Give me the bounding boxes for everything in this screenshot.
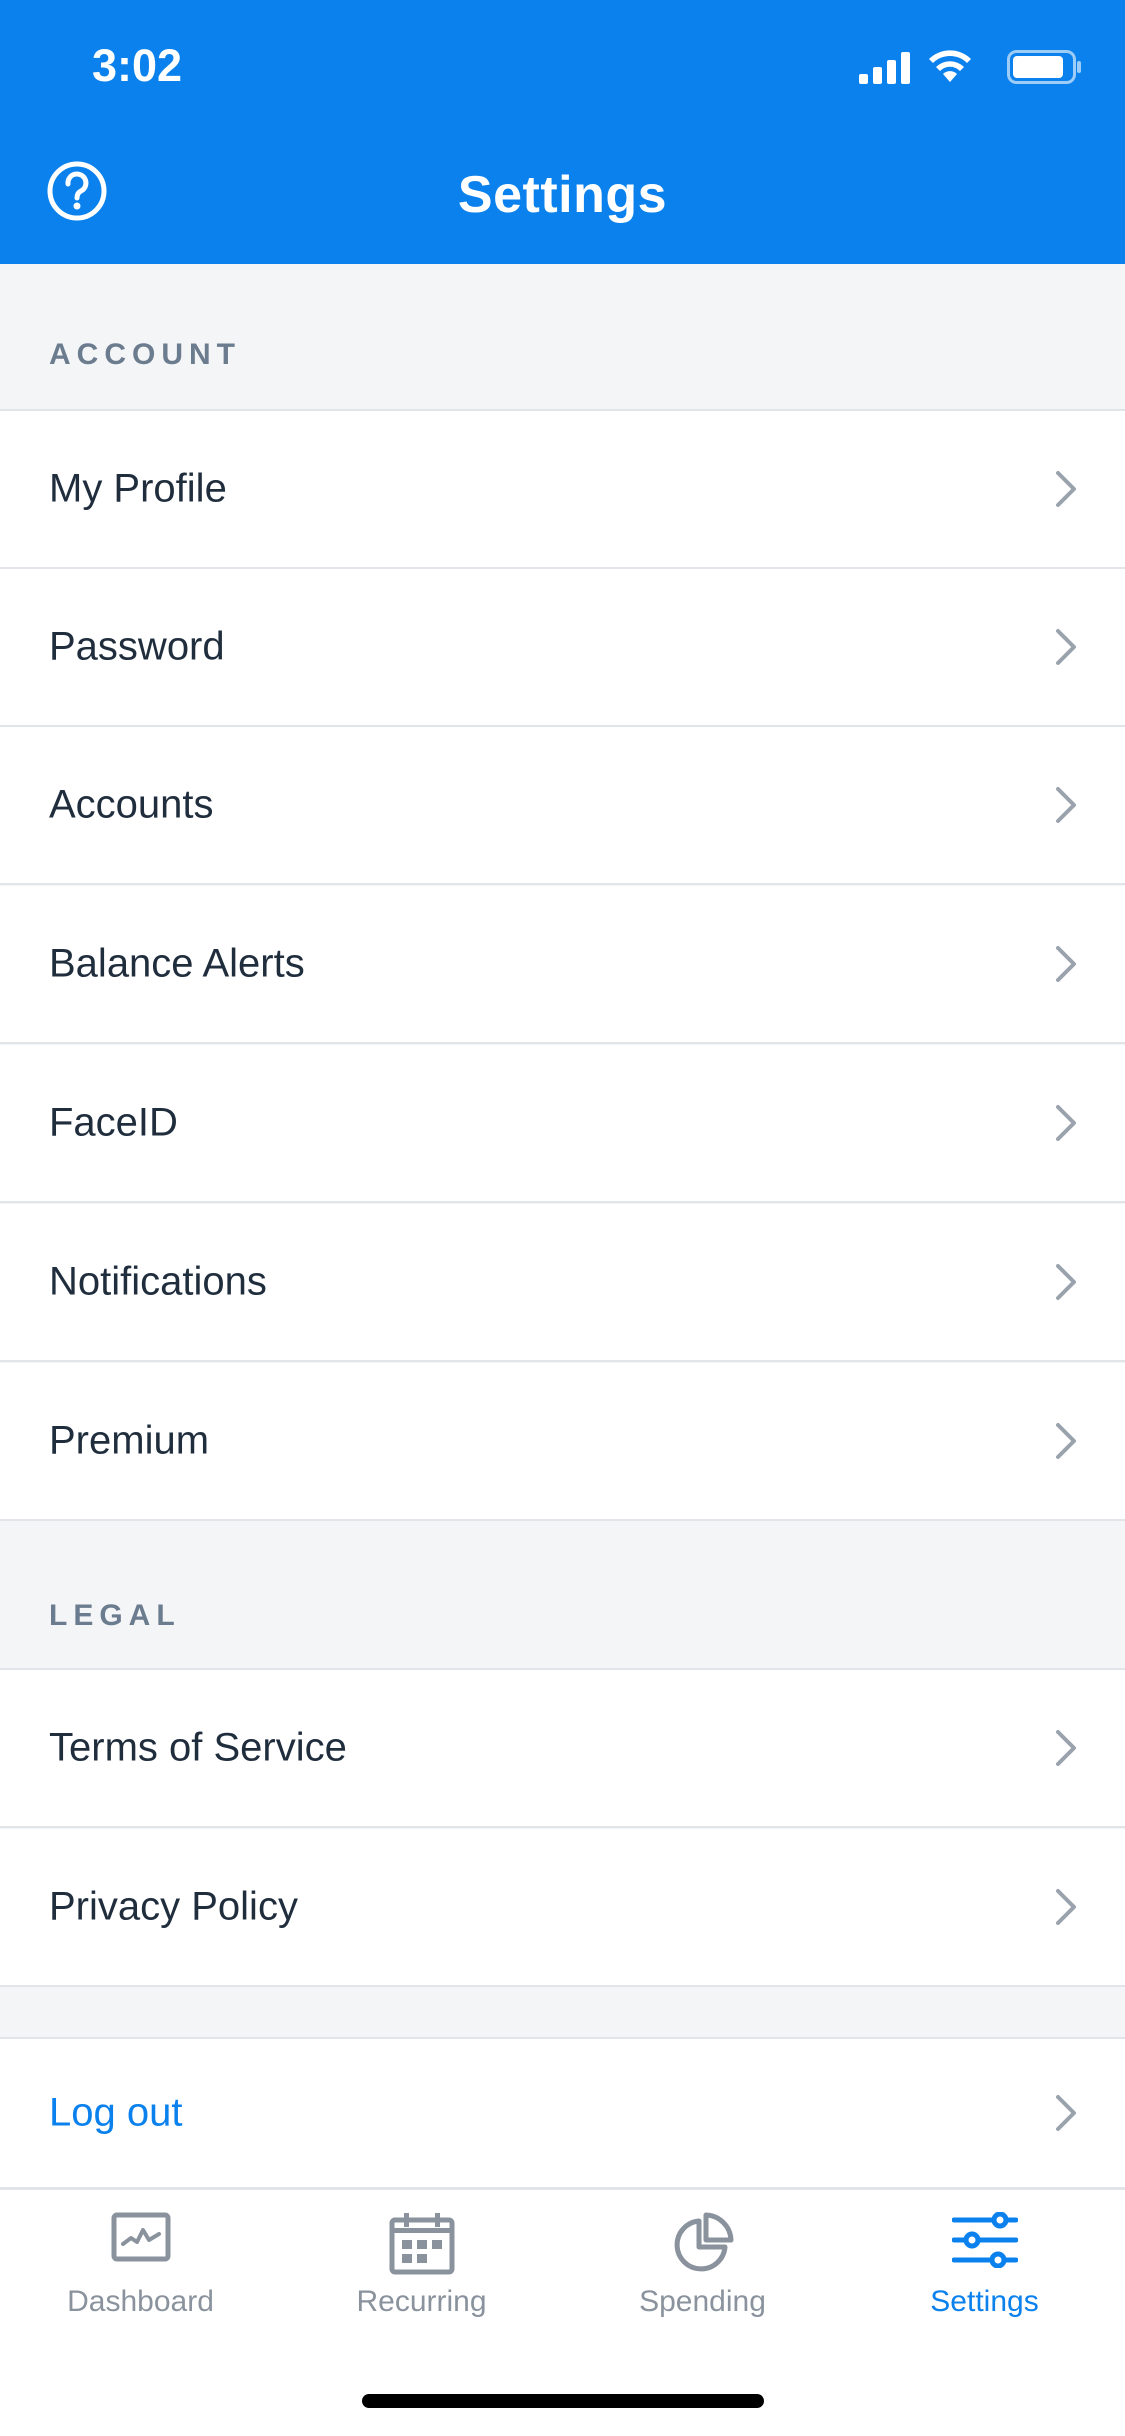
chevron-right-icon [1056, 1105, 1076, 1141]
row-label: Privacy Policy [49, 1884, 298, 1929]
section-title-account: ACCOUNT [49, 338, 241, 371]
status-time: 3:02 [92, 40, 183, 91]
settings-row-my-profile[interactable]: My Profile [0, 411, 1125, 569]
row-label: FaceID [49, 1100, 178, 1145]
row-label: Accounts [49, 782, 214, 827]
page-title: Settings [457, 166, 668, 224]
chevron-right-icon [1056, 1730, 1076, 1766]
chevron-right-icon [1056, 1264, 1076, 1300]
tab-recurring[interactable]: Recurring [281, 2190, 562, 2340]
chevron-right-icon [1056, 471, 1076, 507]
chevron-right-icon [1056, 629, 1076, 665]
chart-icon [111, 2212, 170, 2262]
tab-label: Settings [930, 2285, 1039, 2318]
home-indicator [362, 2394, 764, 2408]
chevron-right-icon [1056, 2095, 1076, 2131]
tab-spending[interactable]: Spending [562, 2190, 843, 2340]
tab-settings[interactable]: Settings [844, 2190, 1125, 2340]
row-label: Password [49, 624, 225, 669]
section-header-legal: LEGAL [0, 1521, 1125, 1670]
header: 3:02 Settings [0, 0, 1125, 264]
battery-icon [1007, 50, 1081, 84]
chevron-right-icon [1056, 1423, 1076, 1459]
cellular-signal-icon [859, 52, 910, 84]
row-label: Premium [49, 1418, 210, 1463]
settings-row-faceid[interactable]: FaceID [0, 1045, 1125, 1203]
tab-label: Recurring [356, 2285, 487, 2318]
settings-row-balance-alerts[interactable]: Balance Alerts [0, 886, 1125, 1044]
section-title-legal: LEGAL [49, 1599, 181, 1632]
row-label: Terms of Service [49, 1725, 347, 1770]
tab-label: Spending [639, 2285, 766, 2318]
settings-row-terms-of-service[interactable]: Terms of Service [0, 1670, 1125, 1828]
settings-row-notifications[interactable]: Notifications [0, 1204, 1125, 1362]
calendar-icon [389, 2213, 454, 2275]
sliders-icon [951, 2212, 1018, 2268]
settings-row-accounts[interactable]: Accounts [0, 727, 1125, 885]
pie-chart-icon [674, 2212, 733, 2272]
chevron-right-icon [1056, 946, 1076, 982]
tab-dashboard[interactable]: Dashboard [0, 2190, 281, 2340]
row-label: Balance Alerts [49, 941, 305, 986]
section-header-account: ACCOUNT [0, 264, 1125, 411]
chevron-right-icon [1056, 787, 1076, 823]
row-label: Notifications [49, 1259, 267, 1304]
settings-row-privacy-policy[interactable]: Privacy Policy [0, 1829, 1125, 1987]
tab-label: Dashboard [67, 2285, 214, 2318]
row-label: My Profile [49, 466, 227, 511]
settings-row-premium[interactable]: Premium [0, 1363, 1125, 1521]
settings-row-password[interactable]: Password [0, 569, 1125, 727]
logout-button[interactable]: Log out [0, 2039, 1125, 2189]
wifi-icon [929, 50, 971, 82]
chevron-right-icon [1056, 1889, 1076, 1925]
section-spacer [0, 1987, 1125, 2039]
logout-label: Log out [49, 2090, 183, 2135]
